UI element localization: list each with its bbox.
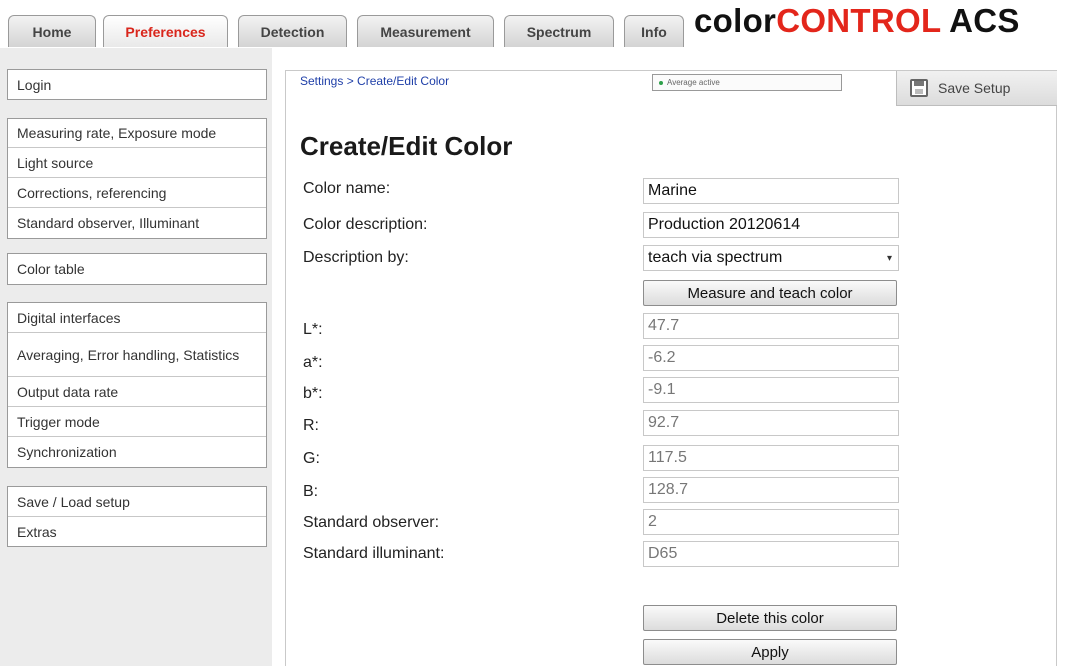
sidebar-item-save-load-setup[interactable]: Save / Load setup [8, 487, 266, 517]
sidebar-group-setup: Save / Load setup Extras [7, 486, 267, 547]
sidebar: Login Measuring rate, Exposure mode Ligh… [0, 48, 272, 666]
main-panel: Settings > Create/Edit Color Average act… [285, 70, 1057, 666]
g-label: G: [303, 450, 320, 467]
sidebar-item-averaging[interactable]: Averaging, Error handling, Statistics [8, 333, 266, 377]
sidebar-item-extras[interactable]: Extras [8, 517, 266, 546]
delete-color-button[interactable]: Delete this color [643, 605, 897, 631]
tab-info[interactable]: Info [624, 15, 684, 47]
page-title: Create/Edit Color [300, 131, 513, 161]
color-name-field[interactable] [643, 178, 899, 204]
b-label: B: [303, 483, 319, 500]
sidebar-group-color-table: Color table [7, 253, 267, 285]
sidebar-item-synchronization[interactable]: Synchronization [8, 437, 266, 467]
save-setup-button[interactable]: Save Setup [896, 71, 1057, 106]
color-description-label: Color description: [303, 216, 428, 233]
tab-spectrum[interactable]: Spectrum [504, 15, 614, 47]
standard-illuminant-label: Standard illuminant: [303, 545, 445, 562]
color-name-label: Color name: [303, 180, 391, 197]
l-star-field[interactable] [643, 313, 899, 339]
b-star-field[interactable] [643, 377, 899, 403]
sidebar-item-color-table[interactable]: Color table [8, 254, 266, 284]
sidebar-item-standard-observer[interactable]: Standard observer, Illuminant [8, 208, 266, 238]
r-field[interactable] [643, 410, 899, 436]
tab-home[interactable]: Home [8, 15, 96, 47]
brand-logo: colorCONTROL ACS [694, 2, 1020, 39]
description-by-select[interactable]: teach via spectrum ▾ [643, 245, 899, 271]
standard-observer-field[interactable] [643, 509, 899, 535]
sidebar-item-trigger-mode[interactable]: Trigger mode [8, 407, 266, 437]
sidebar-group-measurement: Measuring rate, Exposure mode Light sour… [7, 118, 267, 239]
l-star-label: L*: [303, 321, 323, 338]
r-label: R: [303, 417, 319, 434]
sidebar-group-login: Login [7, 69, 267, 100]
sidebar-item-digital-interfaces[interactable]: Digital interfaces [8, 303, 266, 333]
tab-measurement[interactable]: Measurement [357, 15, 494, 47]
g-field[interactable] [643, 445, 899, 471]
floppy-disk-icon [910, 79, 928, 97]
apply-button[interactable]: Apply [643, 639, 897, 665]
b-star-label: b*: [303, 385, 323, 402]
breadcrumb[interactable]: Settings > Create/Edit Color [300, 74, 449, 88]
sidebar-item-output-data-rate[interactable]: Output data rate [8, 377, 266, 407]
b-field[interactable] [643, 477, 899, 503]
sidebar-item-light-source[interactable]: Light source [8, 148, 266, 178]
status-text: Average active [667, 78, 720, 87]
tab-detection[interactable]: Detection [238, 15, 347, 47]
tab-preferences[interactable]: Preferences [103, 15, 228, 47]
standard-observer-label: Standard observer: [303, 514, 440, 531]
a-star-label: a*: [303, 354, 323, 371]
save-setup-label: Save Setup [938, 80, 1011, 96]
chevron-down-icon: ▾ [886, 252, 892, 264]
status-dot-icon [659, 80, 663, 85]
color-description-field[interactable] [643, 212, 899, 238]
description-by-label: Description by: [303, 249, 409, 266]
sidebar-item-login[interactable]: Login [8, 70, 266, 99]
a-star-field[interactable] [643, 345, 899, 371]
sidebar-group-interfaces: Digital interfaces Averaging, Error hand… [7, 302, 267, 468]
measure-teach-button[interactable]: Measure and teach color [643, 280, 897, 306]
top-navigation: Home Preferences Detection Measurement S… [0, 0, 1069, 48]
description-by-value: teach via spectrum [648, 249, 783, 266]
sidebar-item-corrections[interactable]: Corrections, referencing [8, 178, 266, 208]
status-indicator: Average active [652, 74, 842, 91]
sidebar-item-measuring-rate[interactable]: Measuring rate, Exposure mode [8, 119, 266, 148]
standard-illuminant-field[interactable] [643, 541, 899, 567]
